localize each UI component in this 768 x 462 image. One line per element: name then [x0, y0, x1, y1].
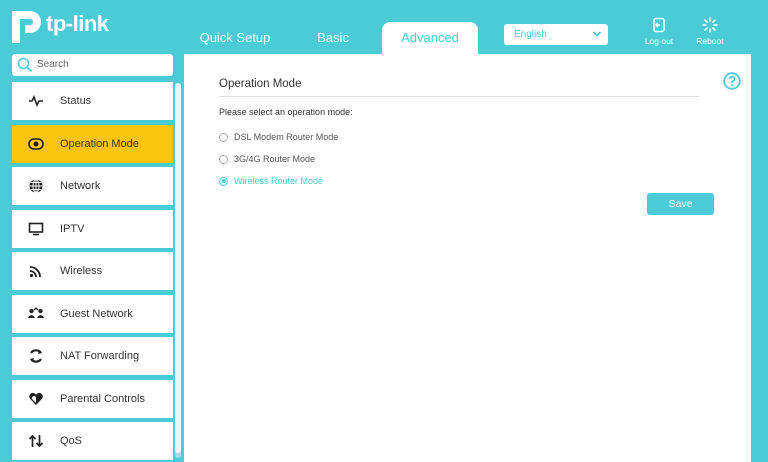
sidebar-item-label: Parental Controls — [60, 392, 145, 405]
sidebar-item-label: Network — [60, 180, 101, 192]
tab-basic[interactable]: Basic — [295, 22, 371, 54]
nat-icon — [12, 348, 60, 364]
sidebar-item-label: Status — [60, 95, 92, 107]
sidebar-item-label: Operation Mode — [60, 137, 139, 150]
main-panel: Operation Mode Please select an operatio… — [184, 54, 751, 462]
language-select[interactable]: English — [504, 24, 608, 45]
monitor-icon — [12, 222, 60, 236]
option-label: Wireless Router Mode — [234, 176, 324, 186]
reboot-label: Reboot — [696, 36, 724, 46]
help-icon[interactable] — [723, 72, 741, 90]
sidebar-item-wireless[interactable]: Wireless — [12, 252, 173, 290]
save-button[interactable]: Save — [647, 193, 714, 215]
sidebar-item-label: Guest Network — [60, 307, 133, 320]
tp-link-logo-icon — [12, 11, 41, 43]
sidebar-item-label: QoS — [60, 435, 83, 447]
qos-icon — [12, 434, 60, 448]
tab-advanced[interactable]: Advanced — [382, 22, 478, 54]
globe-icon — [12, 178, 60, 194]
logout-button[interactable]: Log out — [636, 17, 682, 46]
toggle-icon — [12, 137, 60, 151]
option-3g4g-router[interactable]: 3G/4G Router Mode — [219, 154, 315, 164]
radio-wireless-router[interactable] — [219, 176, 228, 186]
sidebar-nav: Status Operation Mode Network IPTV Wirel… — [12, 82, 173, 462]
logout-icon — [653, 17, 665, 33]
radio-dsl-modem-router[interactable] — [219, 132, 228, 142]
sidebar-item-status[interactable]: Status — [12, 82, 173, 120]
sidebar-scrollbar[interactable] — [175, 83, 181, 458]
logout-label: Log out — [644, 36, 674, 46]
chevron-down-icon — [592, 31, 602, 37]
reboot-icon — [702, 17, 718, 33]
search-icon — [17, 57, 33, 73]
option-label: DSL Modem Router Mode — [234, 132, 339, 142]
brand-name: tp-link — [46, 11, 109, 36]
search-input[interactable]: Search — [12, 54, 173, 76]
sidebar-item-operation-mode[interactable]: Operation Mode — [12, 124, 173, 163]
sidebar-item-label: Wireless — [60, 265, 103, 277]
status-pulse-icon — [12, 94, 60, 108]
title-divider — [219, 96, 699, 97]
wifi-icon — [12, 264, 60, 278]
top-header: tp-link Quick Setup Basic Advanced Engli… — [0, 0, 768, 54]
language-value: English — [514, 29, 547, 40]
sidebar-item-iptv[interactable]: IPTV — [12, 209, 173, 248]
guest-icon — [12, 306, 60, 321]
mode-prompt: Please select an operation mode: — [219, 107, 353, 117]
scrollbar-thumb[interactable] — [175, 83, 181, 453]
tp-link-logo[interactable]: tp-link — [8, 4, 109, 44]
heart-icon — [12, 392, 60, 406]
sidebar-item-label: NAT Forwarding — [60, 350, 140, 362]
option-dsl-modem-router[interactable]: DSL Modem Router Mode — [219, 132, 338, 142]
sidebar-item-parental-controls[interactable]: Parental Controls — [12, 379, 173, 418]
sidebar-item-guest-network[interactable]: Guest Network — [12, 294, 173, 333]
sidebar-item-network[interactable]: Network — [12, 167, 173, 205]
sidebar-item-label: IPTV — [60, 222, 85, 235]
option-wireless-router[interactable]: Wireless Router Mode — [219, 176, 323, 186]
tab-quick-setup[interactable]: Quick Setup — [190, 22, 280, 54]
sidebar-item-nat-forwarding[interactable]: NAT Forwarding — [12, 337, 173, 375]
sidebar-item-qos[interactable]: QoS — [12, 422, 173, 460]
search-placeholder: Search — [37, 59, 69, 70]
option-label: 3G/4G Router Mode — [234, 154, 316, 164]
radio-3g4g-router[interactable] — [219, 154, 228, 164]
reboot-button[interactable]: Reboot — [687, 17, 733, 46]
page-title: Operation Mode — [219, 78, 302, 90]
